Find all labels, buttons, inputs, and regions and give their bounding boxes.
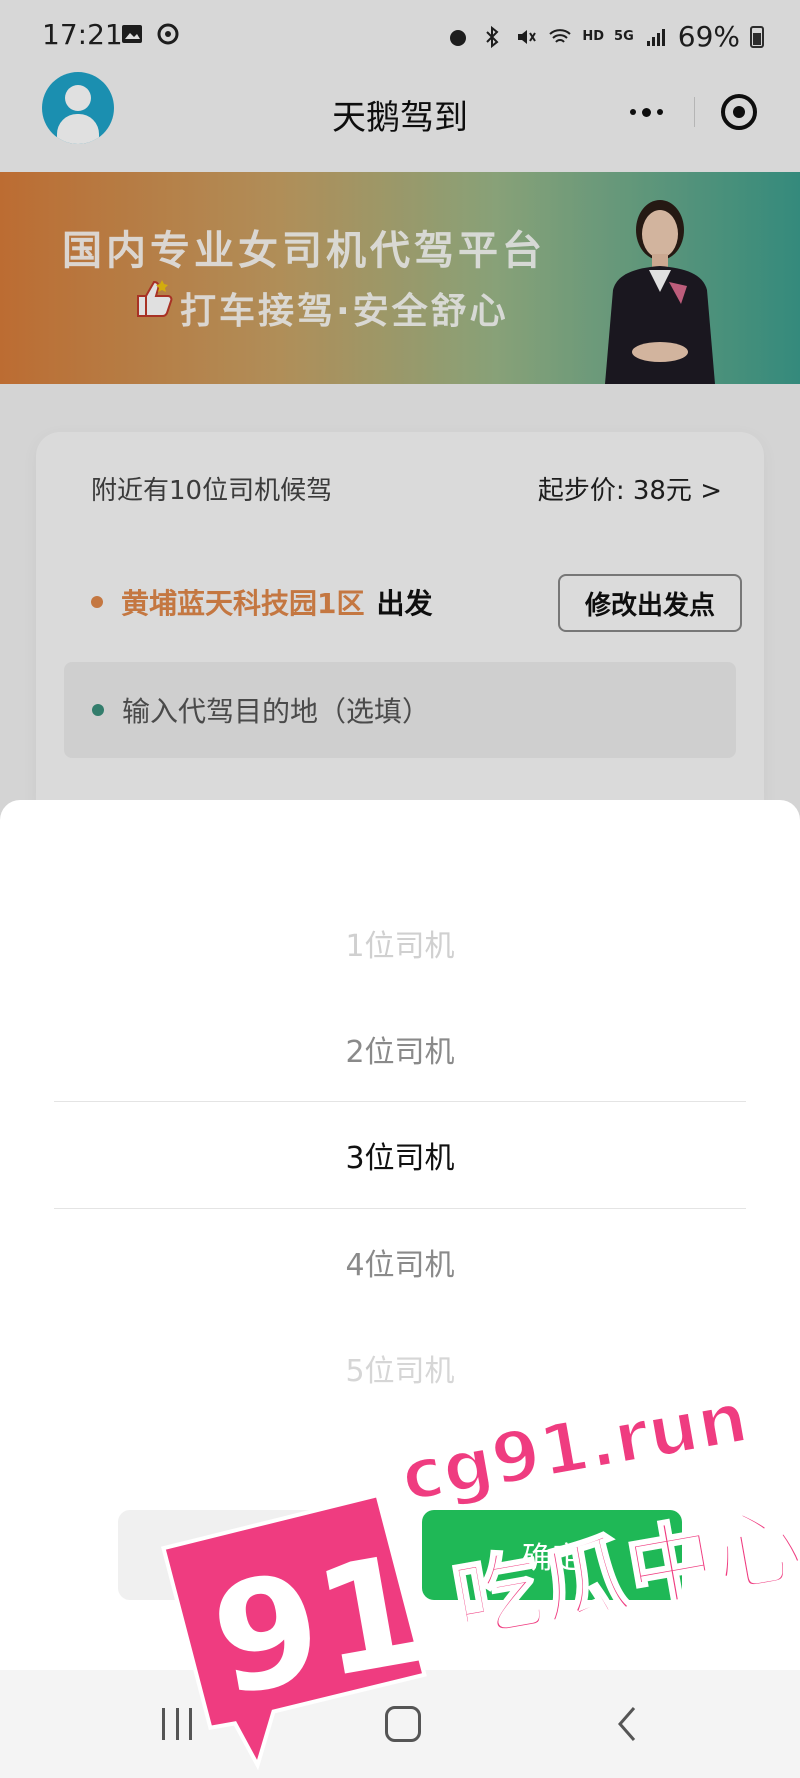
picker-option[interactable]: 2位司机: [0, 996, 800, 1102]
picker-option-selected[interactable]: 3位司机: [0, 1102, 800, 1208]
picker-option[interactable]: 4位司机: [0, 1209, 800, 1315]
confirm-button[interactable]: 确定: [422, 1510, 682, 1600]
driver-count-picker[interactable]: 1位司机 2位司机 3位司机 4位司机 5位司机: [0, 800, 800, 1420]
picker-option[interactable]: 1位司机: [0, 890, 800, 996]
picker-option[interactable]: 5位司机: [0, 1315, 800, 1421]
driver-count-sheet: 1位司机 2位司机 3位司机 4位司机 5位司机 取消 确定: [0, 800, 800, 1670]
back-icon[interactable]: [612, 1704, 642, 1744]
recents-icon[interactable]: [162, 1708, 192, 1740]
cancel-button[interactable]: 取消: [118, 1510, 378, 1600]
home-icon[interactable]: [385, 1706, 421, 1742]
system-nav-bar: [0, 1670, 800, 1778]
